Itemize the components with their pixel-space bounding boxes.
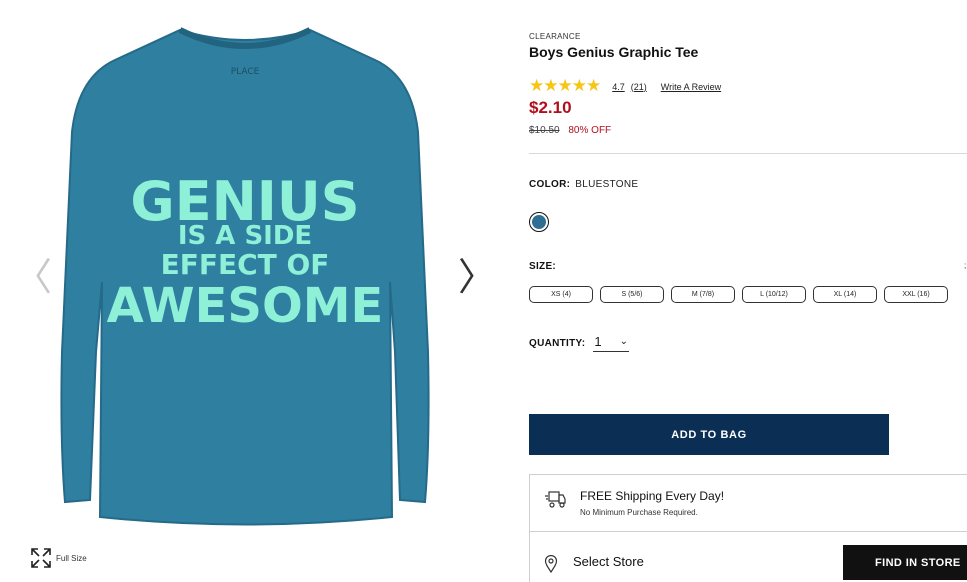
size-options: XS (4) S (5/6) M (7/8) L (10/12) XL (14)… — [529, 286, 948, 303]
product-image[interactable]: PLACE GENIUS IS A SIDE EFFECT OF AWESOME — [30, 22, 460, 527]
add-to-bag-button[interactable]: ADD TO BAG — [529, 414, 889, 455]
price-comparison: $10.50 80% OFF — [529, 125, 611, 136]
write-review-link[interactable]: Write A Review — [661, 82, 721, 92]
shipping-title: FREE Shipping Every Day! — [580, 489, 725, 503]
discount-badge: 80% OFF — [568, 125, 612, 136]
color-row: COLOR: BLUESTONE — [529, 179, 638, 190]
print-line-2: IS A SIDE — [178, 221, 312, 251]
rating-value[interactable]: 4.7 — [612, 82, 625, 92]
print-line-4: AWESOME — [107, 278, 384, 334]
product-gallery: 〈 PLACE GENIUS IS A SIDE EFFECT OF AWESO… — [0, 0, 500, 582]
swatch-fill — [532, 215, 546, 229]
full-size-button[interactable]: Full Size — [30, 547, 87, 569]
chevron-down-icon: ⌄ — [619, 336, 629, 347]
color-value: BLUESTONE — [575, 179, 639, 190]
neck-label: PLACE — [231, 67, 260, 77]
quantity-row: QUANTITY: 1 ⌄ — [529, 334, 630, 352]
size-option[interactable]: XXL (16) — [884, 286, 948, 303]
shipping-info: FREE Shipping Every Day! No Minimum Purc… — [529, 474, 967, 532]
size-option[interactable]: M (7/8) — [671, 286, 735, 303]
product-title: Boys Genius Graphic Tee — [529, 44, 699, 60]
size-option[interactable]: L (10/12) — [742, 286, 806, 303]
shipping-subtitle: No Minimum Purchase Required. — [580, 508, 698, 517]
sale-price: $2.10 — [529, 98, 572, 117]
location-pin-icon — [544, 555, 558, 573]
review-count[interactable]: (21) — [631, 82, 647, 92]
color-label: COLOR: — [529, 179, 571, 190]
expand-icon — [31, 548, 51, 568]
size-guide-link[interactable]: ; — [964, 261, 966, 270]
rating-row: ★★★★★ 4.7 (21) Write A Review — [529, 78, 721, 95]
original-price: $10.50 — [529, 125, 560, 136]
delivery-truck-icon — [545, 491, 566, 508]
size-option[interactable]: S (5/6) — [600, 286, 664, 303]
size-label: SIZE: — [529, 261, 557, 272]
product-details: CLEARANCE Boys Genius Graphic Tee ★★★★★ … — [529, 0, 967, 582]
color-swatch-bluestone[interactable] — [529, 212, 549, 232]
size-option[interactable]: XS (4) — [529, 286, 593, 303]
select-store-link[interactable]: Select Store — [573, 554, 644, 569]
quantity-select[interactable]: 1 ⌄ — [593, 334, 630, 352]
find-in-store-button[interactable]: FIND IN STORE — [843, 545, 967, 580]
clearance-eyebrow: CLEARANCE — [529, 32, 581, 41]
quantity-value: 1 — [594, 334, 602, 349]
print-line-3: EFFECT OF — [161, 248, 330, 281]
shirt-illustration: PLACE GENIUS IS A SIDE EFFECT OF AWESOME — [60, 27, 430, 526]
store-selector: Select Store FIND IN STORE — [529, 531, 967, 582]
quantity-label: QUANTITY: — [529, 337, 586, 349]
full-size-label: Full Size — [56, 553, 87, 563]
chevron-right-icon[interactable]: 〉 — [458, 258, 496, 296]
divider — [529, 153, 967, 154]
size-option[interactable]: XL (14) — [813, 286, 877, 303]
star-rating-icon[interactable]: ★★★★★ — [529, 78, 601, 95]
